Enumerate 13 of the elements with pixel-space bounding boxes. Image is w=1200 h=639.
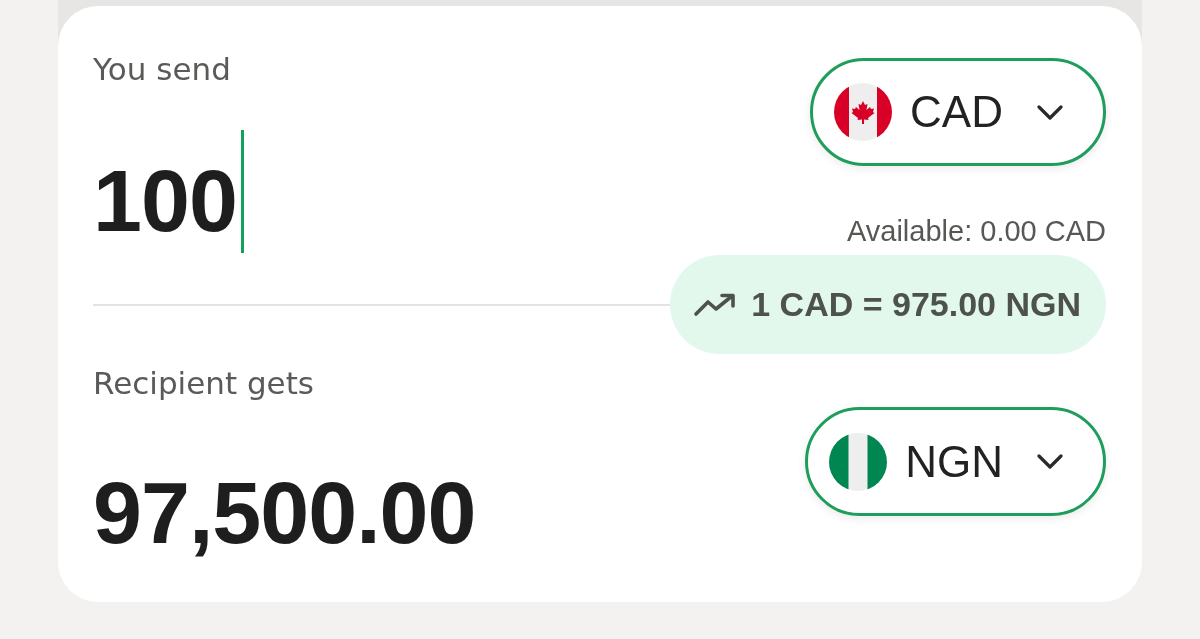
currency-selector[interactable]: NGN — [805, 407, 1106, 516]
chevron-down-icon — [1037, 454, 1063, 469]
chevron-down-icon — [1037, 104, 1063, 120]
section-label: You send — [93, 52, 231, 86]
trend-up-icon — [693, 291, 738, 318]
section-label: Recipient gets — [93, 366, 314, 400]
text-cursor-icon — [240, 130, 244, 253]
received-amount: 97,500.00 — [93, 469, 476, 557]
exchange-rate-text: 1 CAD = 975.00 NGN — [751, 285, 1081, 324]
available-balance: Available: 0.00 CAD — [847, 214, 1106, 248]
currency-selector[interactable]: CAD — [810, 58, 1106, 166]
canada-flag-icon — [834, 83, 893, 141]
amount-field[interactable]: 100 — [93, 130, 244, 253]
